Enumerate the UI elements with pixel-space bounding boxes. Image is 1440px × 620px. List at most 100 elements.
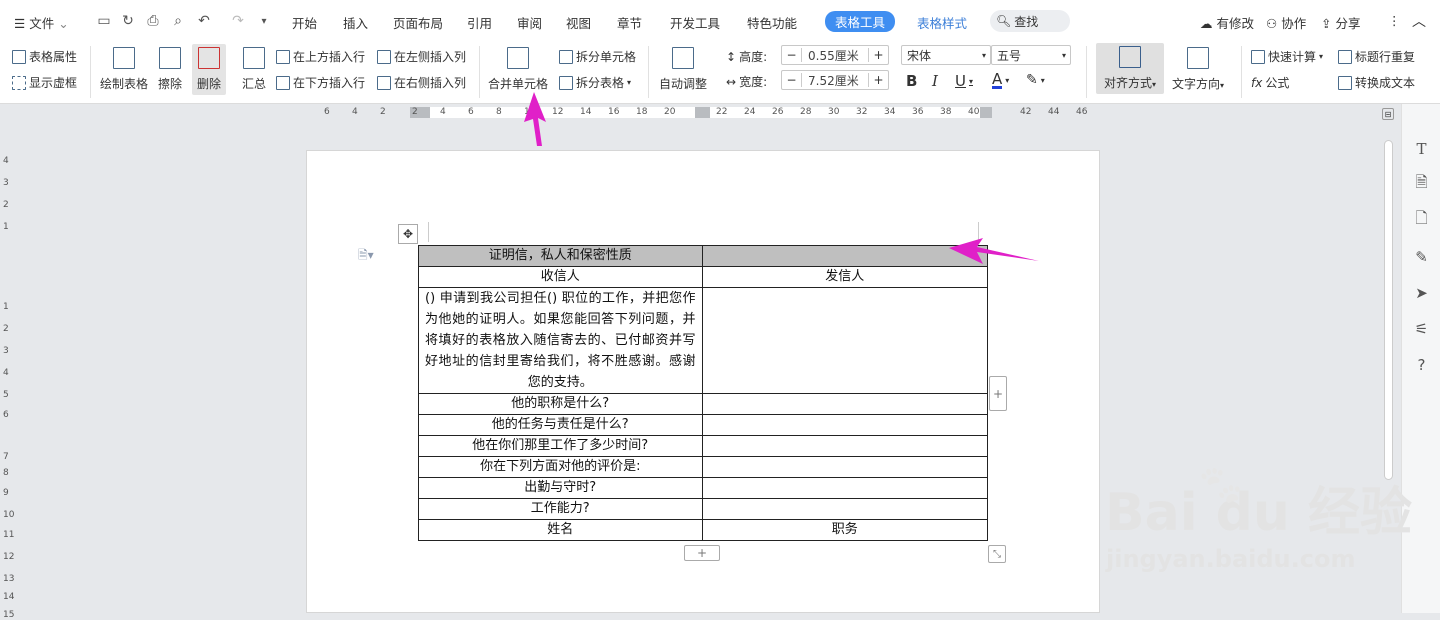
height-stepper[interactable]: − 0.55厘米 + [781,45,889,65]
tab-review[interactable]: 审阅 [517,13,542,32]
draw-table-button[interactable]: 绘制表格 [100,47,148,92]
tab-table-style[interactable]: 表格样式 [917,13,967,32]
doc-settings-icon[interactable]: 🗋︎ [1413,209,1430,229]
width-value[interactable]: 7.52厘米 [802,72,868,89]
table-cell[interactable]: 职务 [701,519,989,541]
table-row[interactable]: 出勤与守时? [418,477,989,499]
tab-view[interactable]: 视图 [566,13,591,32]
table-row[interactable]: 他在你们那里工作了多少时间? [418,435,989,457]
collab-button[interactable]: ⚇ 协作 [1266,13,1306,32]
resize-table-icon[interactable]: ⤡ [988,545,1006,563]
table-row[interactable]: 你在下列方面对他的评价是: [418,456,989,478]
scrollbar-thumb[interactable] [1384,140,1393,480]
tab-references[interactable]: 引用 [467,13,492,32]
tab-insert[interactable]: 插入 [343,13,368,32]
table-row[interactable]: 他的任务与责任是什么? [418,414,989,436]
search-box[interactable]: 🔍︎ 查找 [990,10,1070,32]
more-options-icon[interactable]: ⋮ [1388,13,1401,28]
scroll-options-icon[interactable]: ⊟ [1382,108,1394,120]
tab-chapter[interactable]: 章节 [617,13,642,32]
font-color-button[interactable]: A ▾ [992,72,1009,89]
tab-home[interactable]: 开始 [292,13,317,32]
underline-button[interactable]: U ▾ [955,72,973,90]
increment-width-button[interactable]: + [868,73,888,87]
split-cells-button[interactable]: 拆分单元格 [559,48,636,65]
table-cell[interactable] [701,393,989,415]
auto-adjust-button[interactable]: 自动调整 [659,47,707,92]
table-cell[interactable]: 你在下列方面对他的评价是: [418,456,703,478]
letter-table[interactable]: 证明信，私人和保密性质 收信人 发信人() 申请到我公司担任() 职位的工作，并把您… [418,245,989,541]
font-name-select[interactable]: 宋体 ▾ [901,45,991,65]
print-icon[interactable]: ⎙ [143,10,163,32]
table-row[interactable]: () 申请到我公司担任() 职位的工作，并把您作为他她的证明人。如果您能回答下列… [418,287,989,394]
table-cell[interactable] [701,456,989,478]
summary-button[interactable]: 汇总 [242,47,266,92]
table-properties-button[interactable]: 表格属性 [12,48,77,65]
table-cell[interactable] [701,287,989,394]
table-cell[interactable] [701,498,989,520]
highlight-button[interactable]: ✎ ▾ [1026,72,1045,88]
undo-icon[interactable]: ↶ [194,10,214,32]
table-cell[interactable]: 出勤与守时? [418,477,703,499]
table-row[interactable]: 收信人 发信人 [418,266,989,288]
table-cell[interactable]: () 申请到我公司担任() 职位的工作，并把您作为他她的证明人。如果您能回答下列… [418,287,703,394]
table-cell[interactable] [701,435,989,457]
align-button[interactable]: 对齐方式▾ [1096,43,1164,94]
cursor-icon[interactable]: ➤ [1413,284,1430,302]
insert-col-left-button[interactable]: 在左侧插入列 [377,48,466,65]
table-cell[interactable]: 工作能力? [418,498,703,520]
insert-col-right-button[interactable]: 在右侧插入列 [377,74,466,91]
table-cell[interactable]: 发信人 [701,266,989,288]
show-gridlines-button[interactable]: 显示虚框 [12,74,77,91]
tab-table-tools[interactable]: 表格工具 [825,11,896,32]
save-icon[interactable]: ▭ [94,10,114,32]
tab-developer[interactable]: 开发工具 [670,13,720,32]
sliders-icon[interactable]: ⚟ [1413,320,1430,338]
horizontal-ruler[interactable]: 6422468101214161820222426283032343638404… [310,104,1090,121]
quick-calc-button[interactable]: 快速计算 ▾ [1251,48,1323,65]
table-row[interactable]: 姓名 职务 [418,519,989,541]
redo-icon[interactable]: ↷ [228,10,248,32]
table-cell[interactable]: 他在你们那里工作了多少时间? [418,435,703,457]
ruler-col-marker[interactable] [695,107,710,118]
vertical-ruler[interactable]: 4 3 2 1 1 2 3 4 5 6 7 8 9 10 11 12 13 14 15 [0,104,16,620]
text-style-icon[interactable]: T [1413,140,1430,158]
vertical-scrollbar[interactable] [1381,140,1395,480]
title-repeat-button[interactable]: 标题行重复 [1338,48,1415,65]
table-cell[interactable]: 证明信，私人和保密性质 [418,245,703,267]
output-icon[interactable]: ↻ [118,10,138,32]
add-row-button[interactable]: + [684,545,720,561]
table-cell[interactable]: 他的任务与责任是什么? [418,414,703,436]
paragraph-options-icon[interactable]: 🗎︎▾ [358,246,374,267]
erase-button[interactable]: 擦除 [158,47,182,92]
table-row[interactable]: 证明信，私人和保密性质 [418,245,989,267]
more-icon[interactable]: ▾ [254,10,274,32]
width-stepper[interactable]: − 7.52厘米 + [781,70,889,90]
bold-button[interactable]: B [906,72,917,90]
table-cell[interactable]: 收信人 [418,266,703,288]
merge-cells-button[interactable]: 合并单元格 [488,47,548,92]
insert-row-below-button[interactable]: 在下方插入行 [276,74,365,91]
table-cell[interactable]: 姓名 [418,519,703,541]
height-value[interactable]: 0.55厘米 [802,47,868,64]
add-column-button[interactable]: + [989,376,1007,411]
share-button[interactable]: ⇪ 分享 [1321,13,1360,32]
table-cell[interactable]: 他的职称是什么? [418,393,703,415]
table-cell[interactable] [701,414,989,436]
delete-button[interactable]: 删除 [192,44,227,95]
modified-button[interactable]: ☁ 有修改 [1200,13,1254,32]
collapse-ribbon-icon[interactable]: ︿ [1412,11,1426,31]
table-row[interactable]: 他的职称是什么? [418,393,989,415]
increment-height-button[interactable]: + [868,48,888,62]
italic-button[interactable]: I [932,72,938,90]
table-move-handle-icon[interactable]: ✥ [398,224,418,244]
pen-icon[interactable]: ✎ [1413,248,1430,266]
to-text-button[interactable]: 转换成文本 [1338,74,1415,91]
preview-icon[interactable]: ⌕ [168,10,188,32]
insert-row-above-button[interactable]: 在上方插入行 [276,48,365,65]
help-icon[interactable]: ? [1413,356,1430,374]
file-menu[interactable]: ☰ 文件 ⌄ [14,13,69,32]
formula-button[interactable]: fx 公式 [1251,74,1289,91]
decrement-height-button[interactable]: − [782,48,802,62]
tab-features[interactable]: 特色功能 [747,13,797,32]
